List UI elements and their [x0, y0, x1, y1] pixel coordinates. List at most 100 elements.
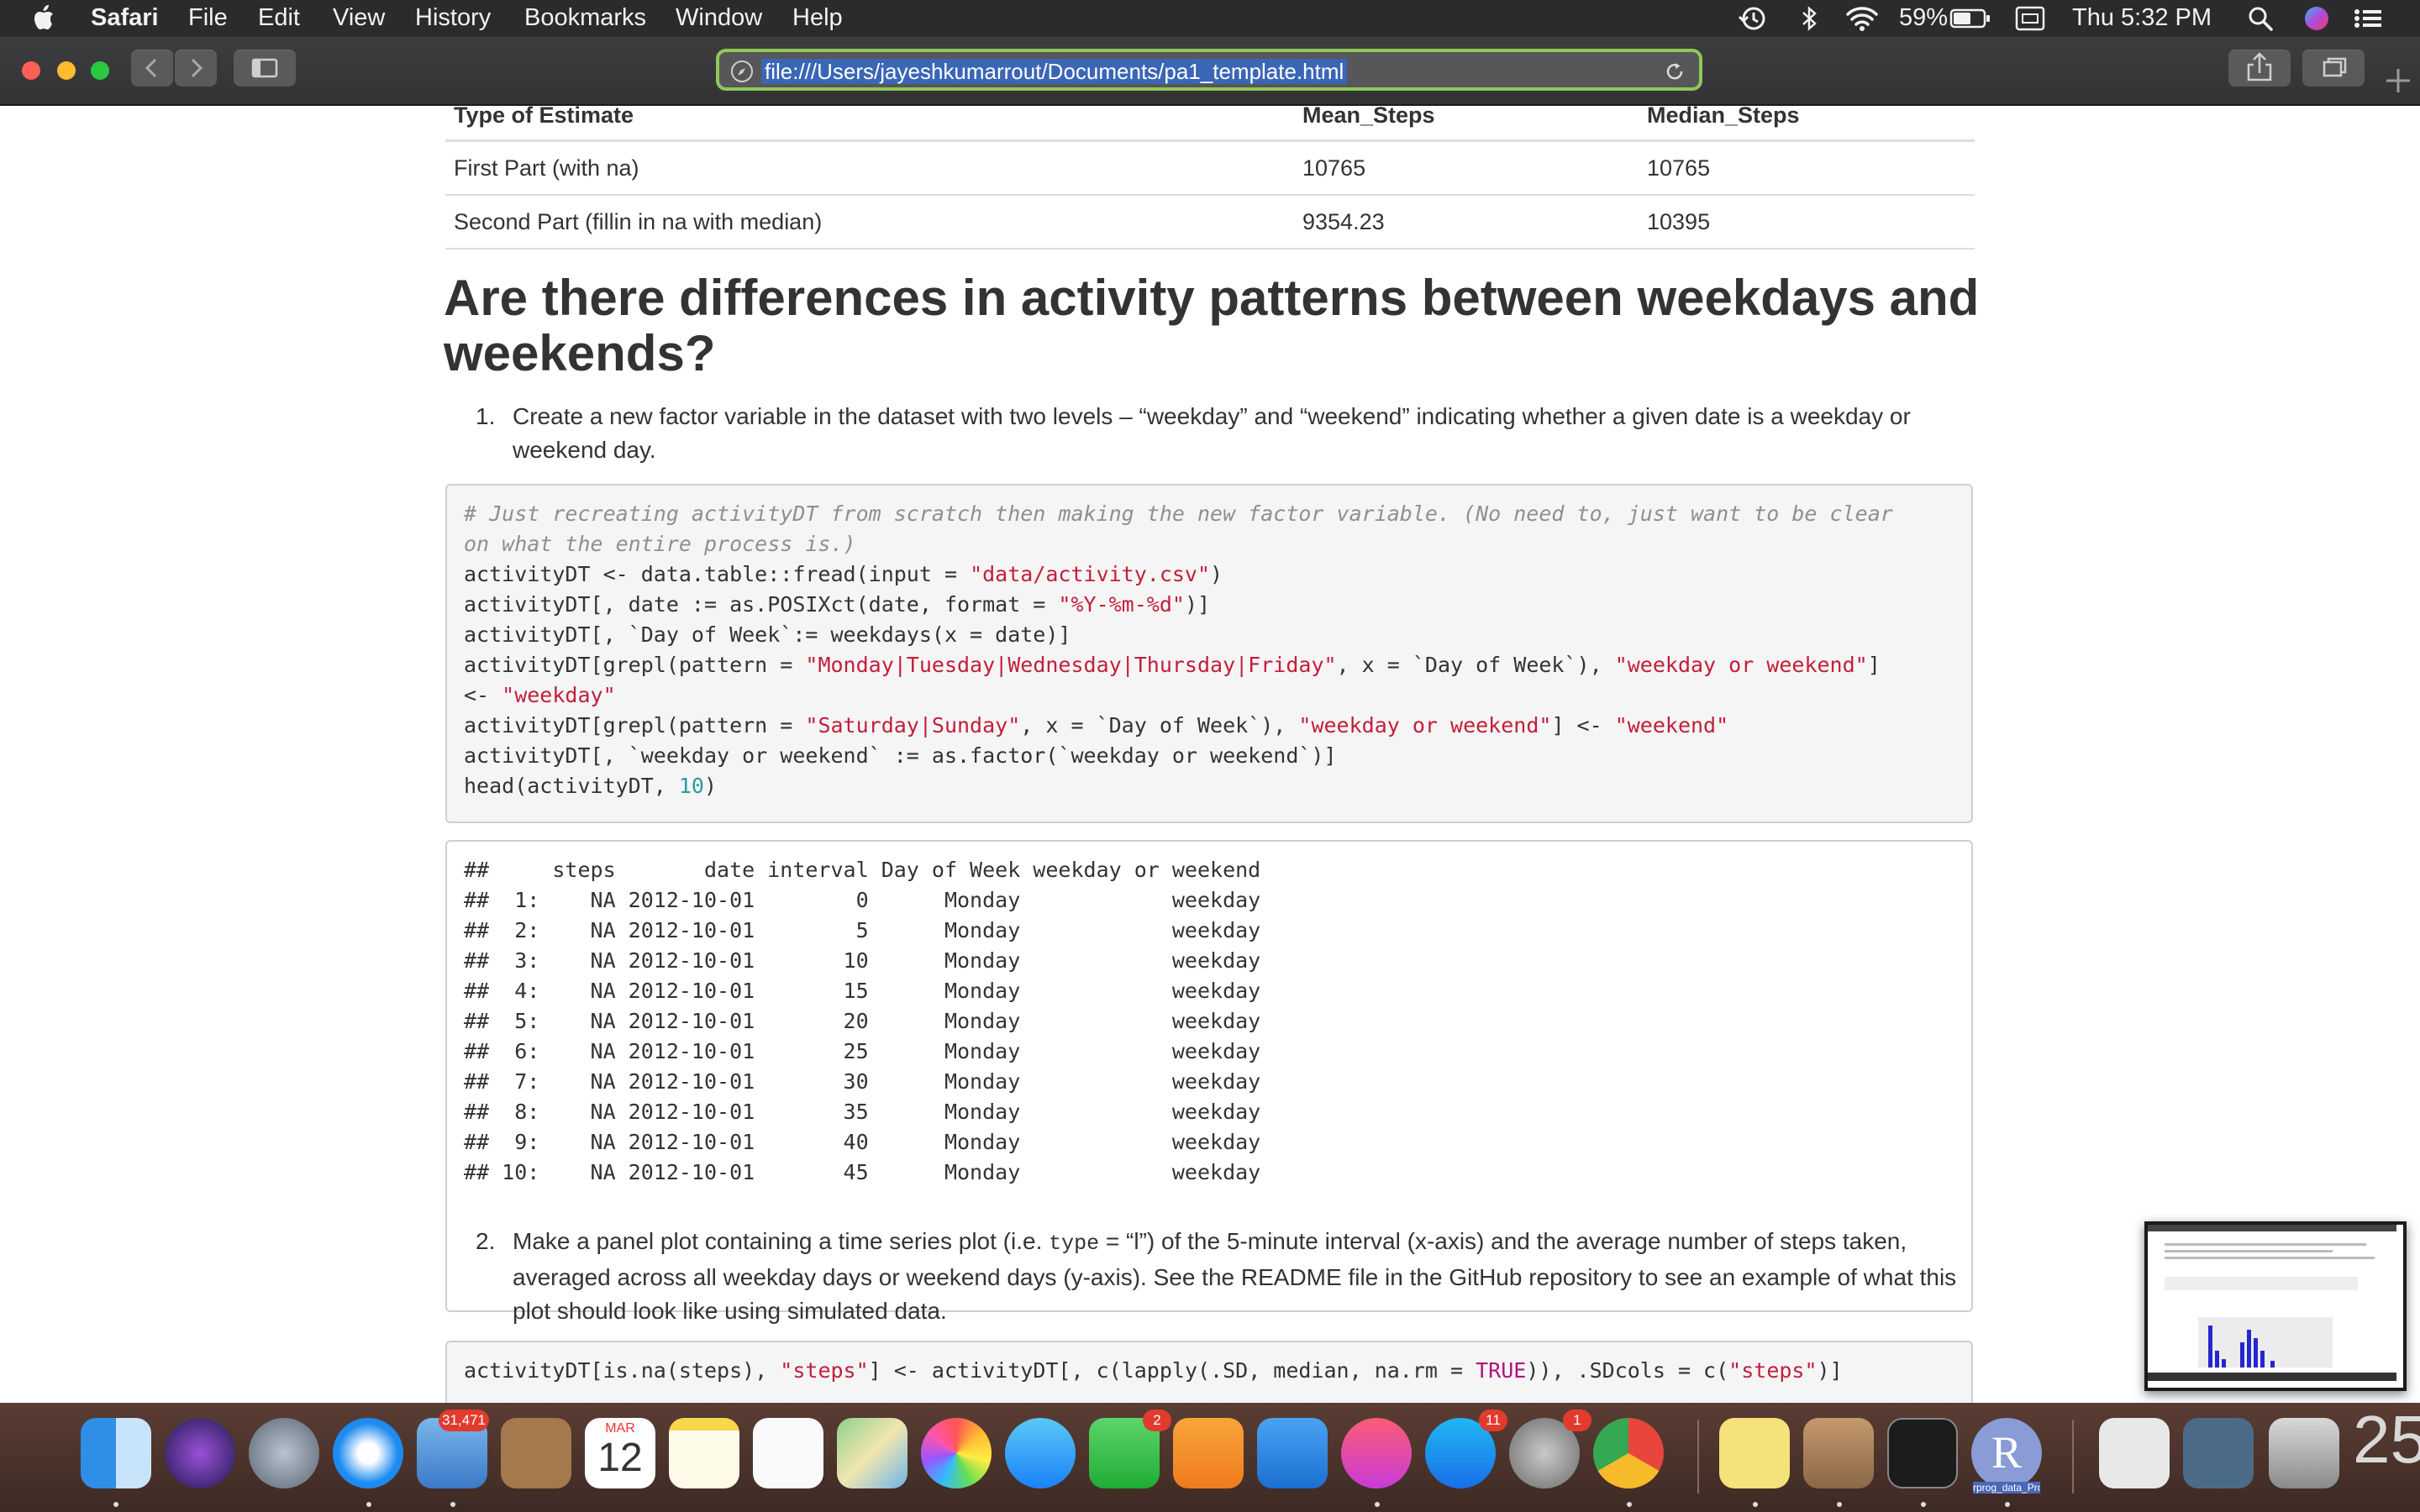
- running-indicator: [1921, 1502, 1926, 1507]
- code-token: "Saturday|Sunday": [805, 713, 1021, 738]
- code-token: "weekday": [502, 683, 616, 707]
- running-indicator: [1753, 1502, 1758, 1507]
- close-window-button[interactable]: [22, 61, 40, 80]
- calendar-icon[interactable]: MAR 12: [585, 1418, 655, 1488]
- display-menu-icon[interactable]: [2015, 5, 2045, 32]
- bluetooth-icon[interactable]: [1800, 5, 1818, 32]
- chevron-left-icon: [145, 58, 157, 78]
- forward-button[interactable]: [175, 50, 217, 87]
- address-bar[interactable]: file:///Users/jayeshkumarrout/Documents/…: [716, 49, 1702, 91]
- code-token: )), .SDcols = c(: [1526, 1358, 1729, 1383]
- stickies-icon[interactable]: [1719, 1418, 1790, 1488]
- dock-divider: [1697, 1420, 1699, 1494]
- back-button[interactable]: [131, 50, 173, 87]
- keynote-icon[interactable]: [1257, 1418, 1328, 1488]
- code-token: 10: [678, 774, 704, 798]
- trash-icon[interactable]: [2269, 1418, 2339, 1488]
- code-block[interactable]: # Just recreating activityDT from scratc…: [445, 484, 1973, 823]
- menu-view[interactable]: View: [333, 4, 385, 32]
- code-block[interactable]: activityDT[is.na(steps), "steps"] <- act…: [445, 1341, 1973, 1403]
- menu-window[interactable]: Window: [676, 4, 762, 32]
- running-indicator: [1375, 1502, 1380, 1507]
- output-line: ## 2: NA 2012-10-01 5 Monday weekday: [464, 918, 1261, 942]
- messages-icon[interactable]: [1005, 1418, 1076, 1488]
- finder-icon[interactable]: [81, 1418, 151, 1488]
- code-token: "%Y-%m-%d": [1058, 592, 1185, 617]
- maps-icon[interactable]: [837, 1418, 908, 1488]
- table-header: Mean_Steps: [1294, 106, 1639, 142]
- reminders-icon[interactable]: [753, 1418, 823, 1488]
- new-tab-plus-icon[interactable]: [2383, 66, 2413, 96]
- table-cell: 10765: [1294, 140, 1639, 196]
- compass-icon: [731, 60, 753, 82]
- reload-icon[interactable]: [1662, 59, 1687, 84]
- calculator-icon[interactable]: [1803, 1418, 1874, 1488]
- menu-help[interactable]: Help: [792, 4, 843, 32]
- output-line: ## 5: NA 2012-10-01 20 Monday weekday: [464, 1009, 1261, 1033]
- show-all-tabs-button[interactable]: [2302, 50, 2365, 87]
- text-segment: Make a panel plot containing a time seri…: [513, 1228, 1050, 1254]
- code-token: , x = `Day of Week`),: [1020, 713, 1299, 738]
- web-page-content: Type of Estimate Mean_Steps Median_Steps…: [0, 106, 2420, 1403]
- code-token: ] <- activityDT[, c(lapply(.SD, median, …: [868, 1358, 1476, 1383]
- pages-icon[interactable]: [1173, 1418, 1244, 1488]
- code-token: ): [703, 774, 718, 798]
- code-token: activityDT[grepl(pattern =: [464, 713, 793, 738]
- battery-percent: 59%: [1899, 4, 1949, 31]
- code-token: activityDT[is.na(steps),: [464, 1358, 781, 1383]
- csv-file-icon[interactable]: [2099, 1418, 2170, 1488]
- mail-badge: 31,471: [439, 1410, 489, 1431]
- dock-divider: [2072, 1420, 2074, 1494]
- r-app-icon[interactable]: R rprog_data_Pro: [1971, 1418, 2042, 1494]
- chrome-icon[interactable]: [1593, 1418, 1664, 1488]
- output-line: ## 4: NA 2012-10-01 15 Monday weekday: [464, 979, 1261, 1003]
- menu-edit[interactable]: Edit: [258, 4, 300, 32]
- share-button[interactable]: [2228, 50, 2291, 87]
- menu-history[interactable]: History: [415, 4, 491, 32]
- notes-icon[interactable]: [669, 1418, 739, 1488]
- sidebar-toggle-button[interactable]: [234, 50, 296, 87]
- code-token: "weekend": [1614, 713, 1729, 738]
- table-cell: Second Part (fillin in na with median): [445, 195, 1294, 249]
- list-number: 1.: [476, 403, 496, 429]
- output-line: ## 1: NA 2012-10-01 0 Monday weekday: [464, 888, 1261, 912]
- zoom-window-button[interactable]: [91, 61, 109, 80]
- address-url[interactable]: file:///Users/jayeshkumarrout/Documents/…: [761, 59, 1348, 84]
- time-machine-icon[interactable]: [1738, 5, 1768, 32]
- terminal-icon[interactable]: [1887, 1418, 1958, 1488]
- desktop-wallpaper-number: 25: [2353, 1402, 2420, 1477]
- wifi-icon[interactable]: [1845, 5, 1879, 32]
- menu-app-name[interactable]: Safari: [91, 4, 159, 32]
- menu-clock[interactable]: Thu 5:32 PM: [2072, 4, 2212, 32]
- code-token: "weekday or weekend": [1298, 713, 1552, 738]
- siri-dock-icon[interactable]: [165, 1418, 235, 1488]
- window-thumbnail[interactable]: [2144, 1221, 2407, 1391]
- battery-icon[interactable]: [1949, 5, 1991, 32]
- minimize-window-button[interactable]: [57, 61, 76, 80]
- downloads-stack-icon[interactable]: [2183, 1418, 2254, 1488]
- inline-code: type: [1049, 1231, 1100, 1256]
- list-number: 2.: [476, 1228, 496, 1254]
- code-token: # Just recreating activityDT from scratc…: [464, 501, 1893, 556]
- table-row: First Part (with na) 10765 10765: [445, 140, 1975, 196]
- table-header: Median_Steps: [1639, 106, 1975, 142]
- safari-dock-icon[interactable]: [333, 1418, 403, 1488]
- code-token: ] <-: [1551, 713, 1615, 738]
- running-indicator: [450, 1502, 455, 1507]
- list-item-text: Make a panel plot containing a time seri…: [513, 1225, 1983, 1328]
- code-token: TRUE: [1476, 1358, 1527, 1383]
- contacts-icon[interactable]: [501, 1418, 571, 1488]
- menu-bookmarks[interactable]: Bookmarks: [524, 4, 646, 32]
- table-cell: 9354.23: [1294, 195, 1639, 249]
- facetime-badge: 2: [1143, 1410, 1171, 1431]
- siri-icon[interactable]: [2302, 5, 2331, 32]
- itunes-icon[interactable]: [1341, 1418, 1412, 1488]
- spotlight-search-icon[interactable]: [2247, 5, 2274, 32]
- photos-icon[interactable]: [921, 1418, 992, 1488]
- code-token: activityDT <- data.table::fread(input =: [464, 562, 957, 586]
- notification-center-icon[interactable]: [2353, 5, 2383, 32]
- menu-file[interactable]: File: [188, 4, 228, 32]
- running-indicator: [366, 1502, 371, 1507]
- launchpad-icon[interactable]: [249, 1418, 319, 1488]
- apple-icon[interactable]: [32, 3, 57, 33]
